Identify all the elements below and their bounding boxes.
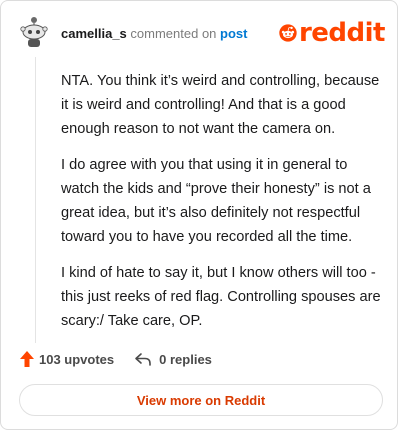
view-more-on-reddit-button[interactable]: View more on Reddit [19, 384, 383, 416]
comment-paragraph: I kind of hate to say it, but I know oth… [61, 265, 381, 329]
reply-count: 0 replies [159, 351, 212, 367]
reddit-snoo-icon [279, 24, 297, 42]
comment-paragraph: I do agree with you that using it in gen… [61, 157, 371, 245]
user-avatar[interactable] [19, 15, 49, 49]
reddit-wordmark: reddit [298, 18, 386, 48]
comment-paragraph: NTA. You think it’s weird and controllin… [61, 73, 380, 137]
reply-arrow-icon [135, 353, 151, 366]
embedded-comment-card: camellia_s commented on post reddit NTA.… [0, 0, 398, 430]
thread-line[interactable] [35, 57, 36, 343]
upvote-count: 103 upvotes [39, 351, 115, 367]
comment-header: camellia_s commented on post [61, 26, 247, 41]
post-link[interactable]: post [220, 26, 247, 41]
upvote-button[interactable]: 103 upvotes [19, 350, 114, 368]
snoo-avatar-icon [20, 17, 48, 47]
replies-button[interactable]: 0 replies [134, 351, 212, 367]
reddit-logo[interactable]: reddit [279, 17, 386, 49]
comment-actions: 103 upvotes 0 replies [19, 348, 212, 370]
action-text: commented on [130, 26, 217, 41]
username-link[interactable]: camellia_s [61, 26, 127, 41]
comment-body: NTA. You think it’s weird and controllin… [61, 69, 381, 345]
upvote-arrow-icon [20, 351, 34, 367]
